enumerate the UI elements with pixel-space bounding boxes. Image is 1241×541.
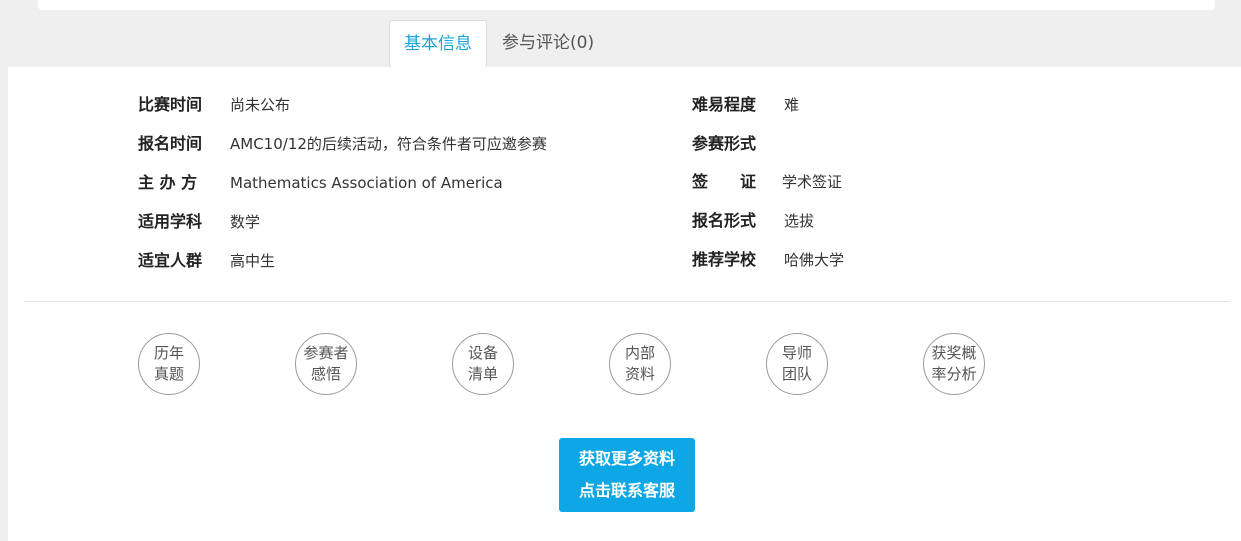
cta-line-2: 点击联系客服 (578, 481, 675, 500)
info-row-registration-form: 报名形式 选拔 (692, 209, 814, 233)
top-card (38, 0, 1215, 10)
resource-equipment-list[interactable]: 设备 清单 (452, 333, 514, 395)
info-label: 主 办 方 (138, 173, 198, 192)
info-label: 难易程度 (692, 95, 757, 114)
info-row-visa: 签 证 学术签证 (692, 170, 842, 194)
info-value: 高中生 (230, 252, 276, 270)
info-value: AMC10/12的后续活动，符合条件者可应邀参赛 (230, 135, 547, 153)
info-value: 哈佛大学 (784, 251, 845, 269)
tab-bar: 基本信息 参与评论(0) (389, 20, 609, 68)
info-value: 选拔 (784, 212, 815, 230)
info-value: 数学 (230, 213, 261, 231)
resource-label: 历年 真题 (153, 344, 184, 383)
info-value: 难 (784, 96, 800, 114)
info-label: 适宜人群 (138, 251, 203, 270)
resource-label: 设备 清单 (467, 344, 498, 383)
info-value: 学术签证 (782, 173, 843, 191)
info-row-difficulty: 难易程度 难 (692, 93, 799, 117)
info-label: 报名形式 (692, 211, 757, 230)
info-panel: 比赛时间 尚未公布 报名时间 AMC10/12的后续活动，符合条件者可应邀参赛 … (8, 67, 1241, 541)
resource-award-analysis[interactable]: 获奖概 率分析 (923, 333, 985, 395)
resource-internal-materials[interactable]: 内部 资料 (609, 333, 671, 395)
info-row-subject: 适用学科 数学 (138, 210, 260, 234)
section-divider (24, 301, 1230, 302)
info-row-participation-form: 参赛形式 (692, 132, 784, 156)
cta-line-1: 获取更多资料 (578, 449, 675, 468)
info-row-recommended-school: 推荐学校 哈佛大学 (692, 248, 844, 272)
contact-service-button[interactable]: 获取更多资料 点击联系客服 (559, 438, 695, 512)
info-label: 签 证 (692, 172, 757, 191)
info-value: Mathematics Association of America (230, 174, 503, 192)
info-row-competition-time: 比赛时间 尚未公布 (138, 93, 290, 117)
resource-past-papers[interactable]: 历年 真题 (138, 333, 200, 395)
info-value: 尚未公布 (230, 96, 291, 114)
resource-label: 内部 资料 (624, 344, 655, 383)
info-label: 适用学科 (138, 212, 203, 231)
info-label: 比赛时间 (138, 95, 203, 114)
tab-basic-info[interactable]: 基本信息 (389, 20, 487, 68)
resource-participant-reflections[interactable]: 参赛者 感悟 (295, 333, 357, 395)
info-label: 推荐学校 (692, 250, 757, 269)
info-label: 报名时间 (138, 134, 203, 153)
resource-mentor-team[interactable]: 导师 团队 (766, 333, 828, 395)
info-row-audience: 适宜人群 高中生 (138, 249, 275, 273)
info-label: 参赛形式 (692, 134, 757, 153)
info-row-registration-time: 报名时间 AMC10/12的后续活动，符合条件者可应邀参赛 (138, 132, 547, 156)
resource-label: 导师 团队 (781, 344, 812, 383)
resource-label: 参赛者 感悟 (303, 344, 349, 383)
info-row-organizer: 主 办 方 Mathematics Association of America (138, 171, 503, 195)
resource-label: 获奖概 率分析 (931, 344, 977, 383)
tab-comments[interactable]: 参与评论(0) (487, 20, 609, 67)
